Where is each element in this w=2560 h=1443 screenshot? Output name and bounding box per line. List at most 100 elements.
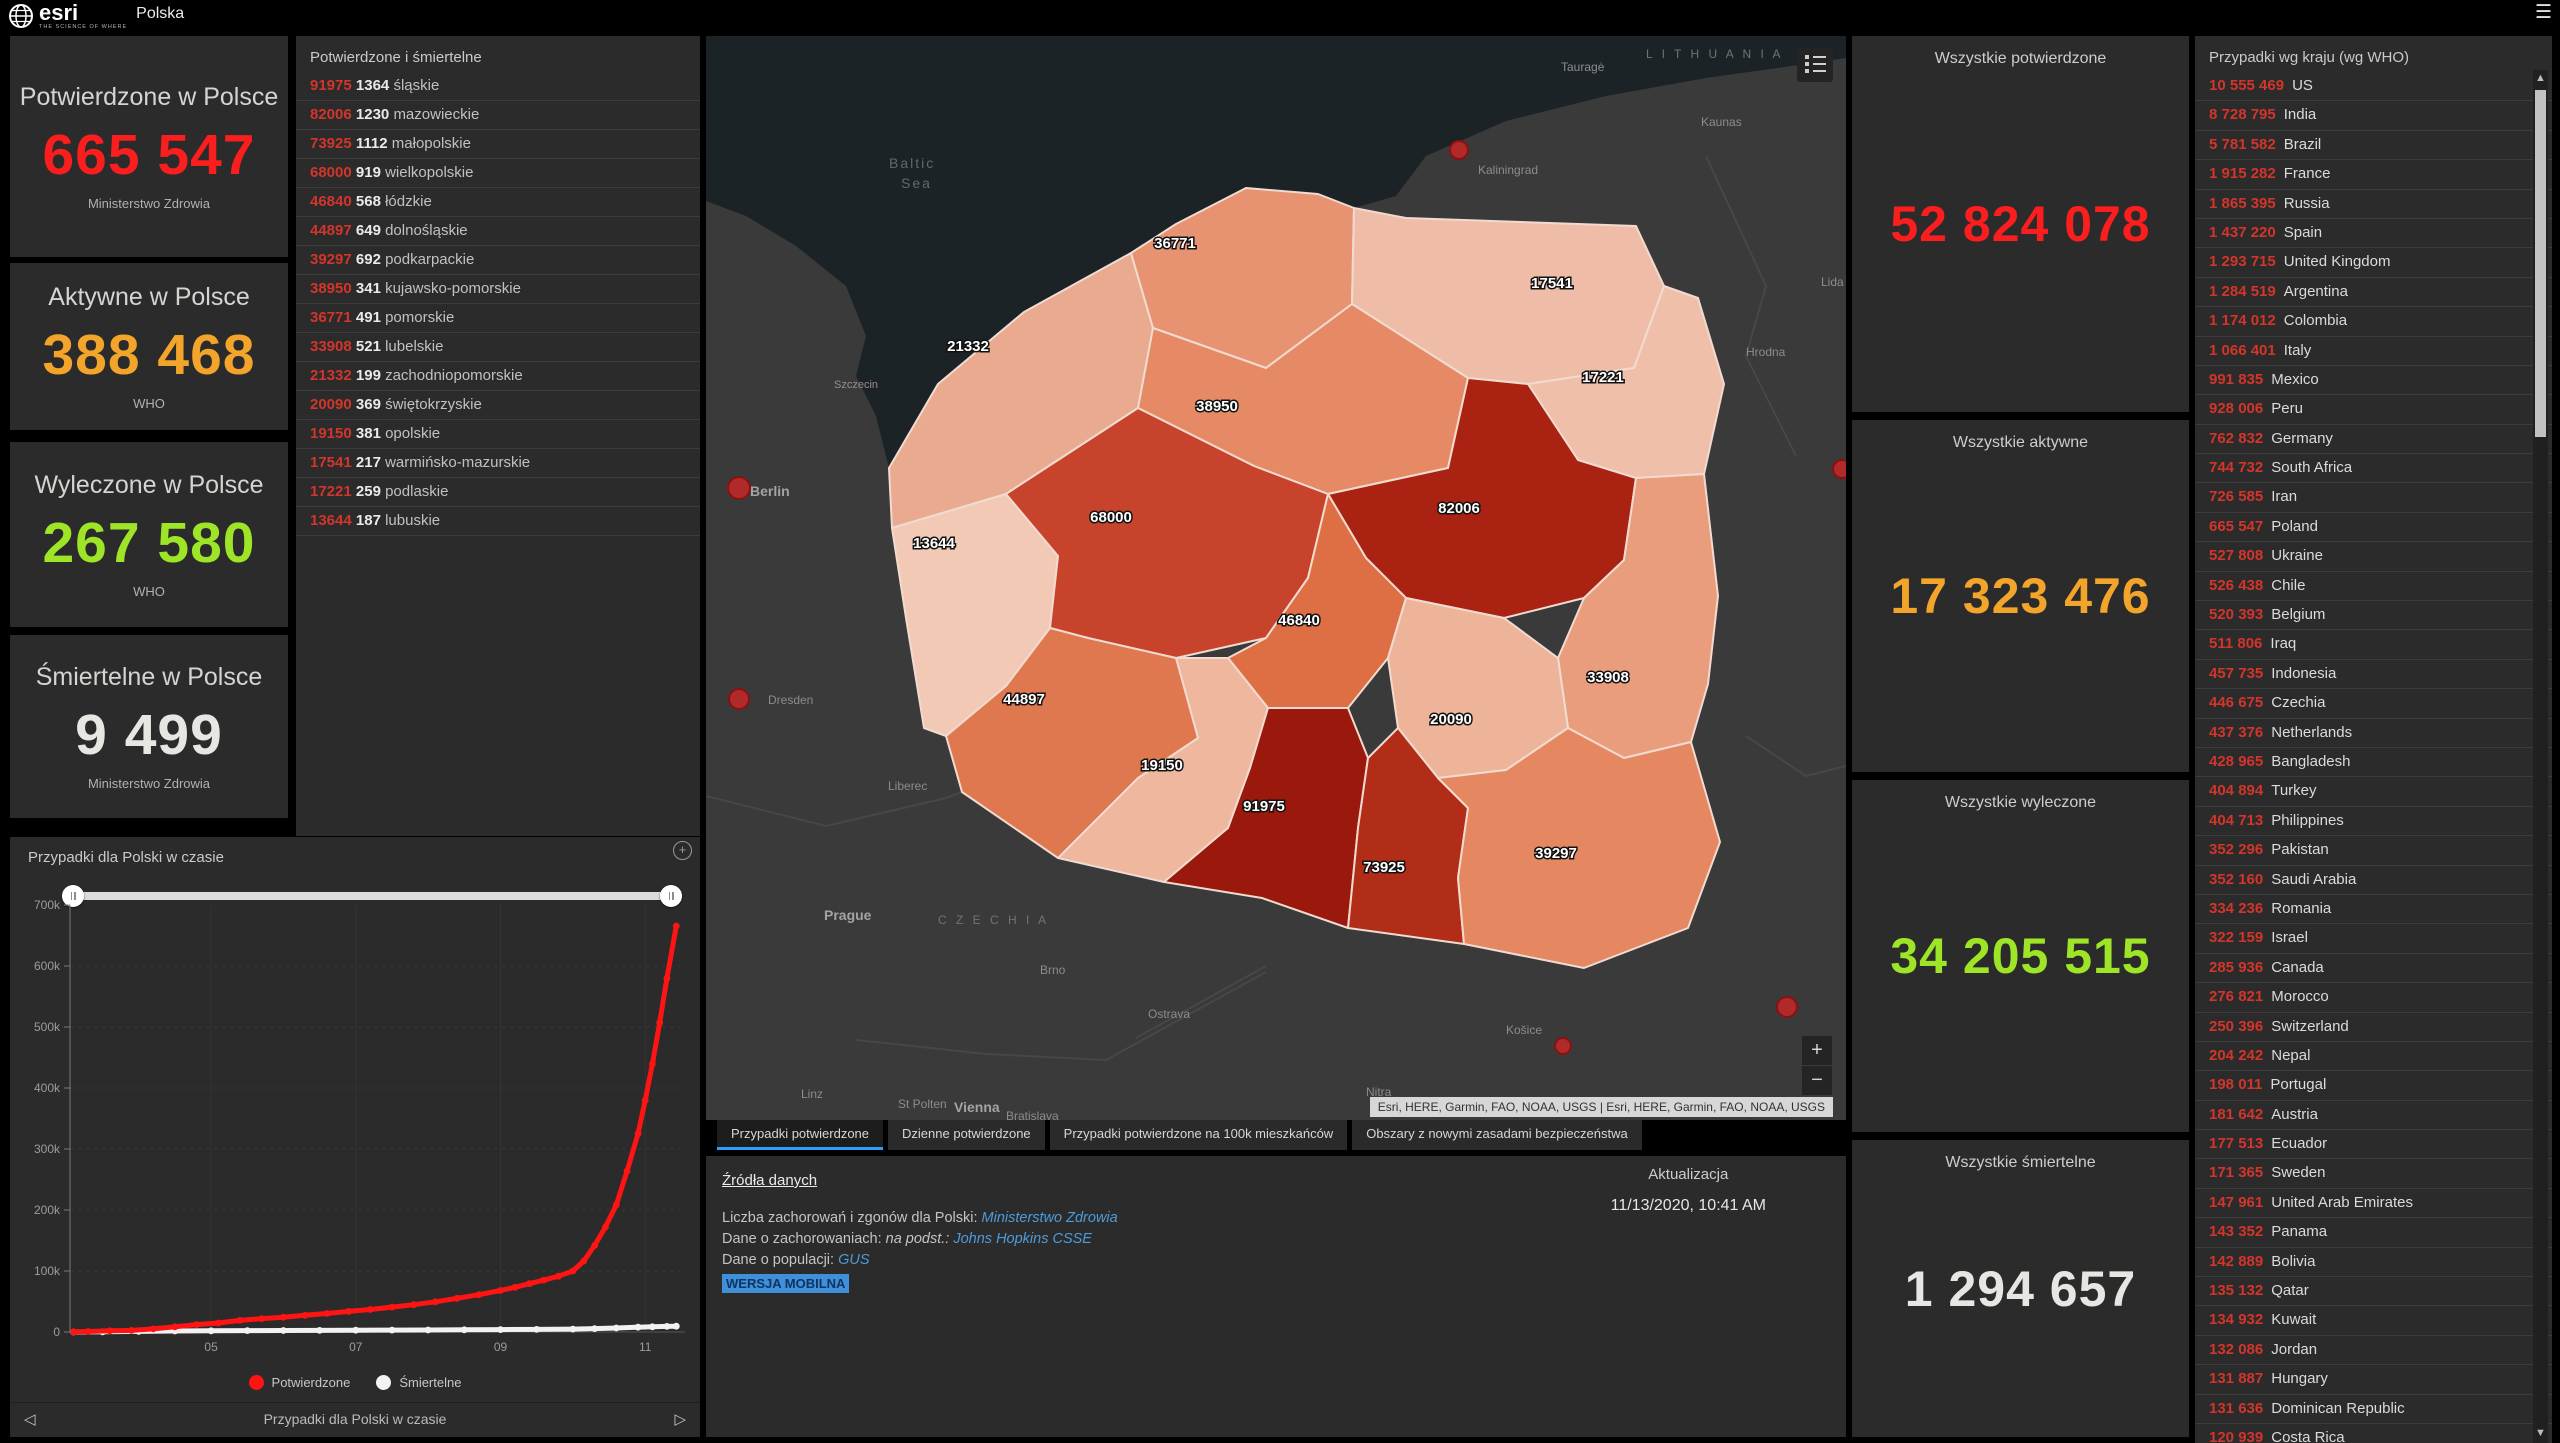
map-tab-2[interactable]: Przypadki potwierdzone na 100k mieszkańc… <box>1049 1120 1348 1150</box>
legend-item[interactable]: Śmiertelne <box>376 1375 461 1390</box>
scroll-down-icon[interactable]: ▼ <box>2533 1427 2548 1439</box>
country-list-scrollbar[interactable]: ▲ ▼ <box>2533 70 2548 1443</box>
svg-text:600k: 600k <box>34 959 61 973</box>
mobile-version-link[interactable]: WERSJA MOBILNA <box>722 1274 850 1293</box>
voivodeship-row[interactable]: 91975 1364 śląskie <box>296 72 700 101</box>
country-row[interactable]: 132 086 Jordan <box>2195 1336 2552 1366</box>
map-label-kaliningrad: Kaliningrad <box>1478 163 1538 177</box>
source-link[interactable]: Johns Hopkins CSSE <box>953 1231 1092 1247</box>
voivodeship-row[interactable]: 73925 1112 małopolskie <box>296 130 700 159</box>
country-row[interactable]: 1 865 395 Russia <box>2195 190 2552 219</box>
country-row[interactable]: 10 555 469 US <box>2195 72 2552 102</box>
country-row[interactable]: 526 438 Chile <box>2195 572 2552 602</box>
country-row[interactable]: 204 242 Nepal <box>2195 1042 2552 1072</box>
voivodeship-row[interactable]: 38950 341 kujawsko-pomorskie <box>296 275 700 304</box>
voivodeship-row[interactable]: 39297 692 podkarpackie <box>296 246 700 275</box>
country-row[interactable]: 726 585 Iran <box>2195 483 2552 513</box>
country-row[interactable]: 250 396 Switzerland <box>2195 1013 2552 1042</box>
country-row[interactable]: 520 393 Belgium <box>2195 601 2552 631</box>
country-row[interactable]: 404 713 Philippines <box>2195 807 2552 837</box>
voivodeship-row[interactable]: 17541 217 warmińsko-mazurskie <box>296 449 700 478</box>
country-row[interactable]: 142 889 Bolivia <box>2195 1248 2552 1278</box>
voivodeship-row[interactable]: 17221 259 podlaskie <box>296 478 700 507</box>
country-row[interactable]: 665 547 Poland <box>2195 513 2552 543</box>
country-row[interactable]: 1 293 715 United Kingdom <box>2195 248 2552 278</box>
map-tab-1[interactable]: Dzienne potwierdzone <box>888 1120 1045 1150</box>
voivodeship-row[interactable]: 82006 1230 mazowieckie <box>296 101 700 130</box>
case-bubble-3 <box>1554 1037 1572 1055</box>
voivodeship-row[interactable]: 68000 919 wielkopolskie <box>296 159 700 188</box>
map-zoom-in-button[interactable]: + <box>1802 1036 1832 1065</box>
voivodeship-row[interactable]: 44897 649 dolnośląskie <box>296 217 700 246</box>
country-row[interactable]: 198 011 Portugal <box>2195 1071 2552 1101</box>
expand-icon[interactable]: + <box>673 841 692 860</box>
source-line: Dane o populacji: GUS <box>722 1252 870 1269</box>
country-row[interactable]: 511 806 Iraq <box>2195 630 2552 660</box>
voivodeship-row[interactable]: 21332 199 zachodniopomorskie <box>296 362 700 391</box>
voivodeship-row[interactable]: 36771 491 pomorskie <box>296 304 700 333</box>
region-value-świętokrzyskie: 20090 <box>1430 711 1472 728</box>
map-label-dresden: Dresden <box>768 693 813 707</box>
country-row[interactable]: 527 808 Ukraine <box>2195 542 2552 572</box>
voivodeship-row[interactable]: 46840 568 łódzkie <box>296 188 700 217</box>
country-row[interactable]: 334 236 Romania <box>2195 895 2552 925</box>
country-row[interactable]: 352 160 Saudi Arabia <box>2195 866 2552 895</box>
country-row[interactable]: 1 066 401 Italy <box>2195 337 2552 366</box>
country-row[interactable]: 8 728 795 India <box>2195 101 2552 131</box>
voivodeship-row[interactable]: 33908 521 lubelskie <box>296 333 700 362</box>
country-row[interactable]: 131 636 Dominican Republic <box>2195 1395 2552 1424</box>
country-row[interactable]: 762 832 Germany <box>2195 425 2552 455</box>
case-bubble-2 <box>728 688 750 710</box>
brand-region: Polska <box>136 5 185 22</box>
scrollbar-thumb[interactable] <box>2535 90 2546 437</box>
legend-item[interactable]: Potwierdzone <box>248 1375 350 1390</box>
hamburger-menu-icon[interactable]: ☰ <box>2535 3 2552 22</box>
country-row[interactable]: 1 284 519 Argentina <box>2195 278 2552 308</box>
country-row[interactable]: 1 437 220 Spain <box>2195 219 2552 249</box>
next-page-icon[interactable]: ▷ <box>674 1410 686 1428</box>
source-link[interactable]: GUS <box>838 1252 869 1268</box>
stat-panel-2: Wszystkie wyleczone 34 205 515 <box>1852 780 2189 1132</box>
country-row[interactable]: 147 961 United Arab Emirates <box>2195 1189 2552 1219</box>
country-row[interactable]: 744 732 South Africa <box>2195 454 2552 484</box>
country-row[interactable]: 181 642 Austria <box>2195 1101 2552 1131</box>
poland-map[interactable]: Baltic Sea L I T H U A N I A Tauragė Kaunas K… <box>705 36 1852 1123</box>
source-link[interactable]: Ministerstwo Zdrowia <box>982 1210 1118 1226</box>
map-legend-icon[interactable] <box>1797 48 1833 82</box>
country-row[interactable]: 5 781 582 Brazil <box>2195 131 2552 161</box>
map-zoom-out-button[interactable]: − <box>1802 1066 1832 1095</box>
map-tab-0[interactable]: Przypadki potwierdzone <box>717 1120 884 1150</box>
voivodeship-row[interactable]: 20090 369 świętokrzyskie <box>296 391 700 420</box>
country-row[interactable]: 437 376 Netherlands <box>2195 719 2552 748</box>
country-row[interactable]: 134 932 Kuwait <box>2195 1306 2552 1336</box>
country-row[interactable]: 322 159 Israel <box>2195 924 2552 954</box>
scroll-up-icon[interactable]: ▲ <box>2533 72 2548 84</box>
map-label-ostrava: Ostrava <box>1148 1007 1190 1021</box>
globe-icon <box>9 4 33 28</box>
stat-title: Wyleczone w Polsce <box>34 470 264 499</box>
country-row[interactable]: 177 513 Ecuador <box>2195 1130 2552 1160</box>
country-row[interactable]: 446 675 Czechia <box>2195 689 2552 719</box>
country-row[interactable]: 120 939 Costa Rica <box>2195 1424 2552 1443</box>
country-row[interactable]: 1 174 012 Colombia <box>2195 307 2552 337</box>
country-row[interactable]: 404 894 Turkey <box>2195 777 2552 807</box>
country-row[interactable]: 428 965 Bangladesh <box>2195 748 2552 778</box>
stat-value: 1 294 657 <box>1904 1260 2137 1317</box>
country-row[interactable]: 928 006 Peru <box>2195 395 2552 425</box>
country-row[interactable]: 276 821 Morocco <box>2195 983 2552 1013</box>
country-row[interactable]: 143 352 Panama <box>2195 1218 2552 1248</box>
country-row[interactable]: 135 132 Qatar <box>2195 1277 2552 1307</box>
voivodeship-row[interactable]: 19150 381 opolskie <box>296 420 700 449</box>
country-row[interactable]: 352 296 Pakistan <box>2195 836 2552 866</box>
country-rows: 10 555 469 US 8 728 795 India 5 781 582 Brazi… <box>2195 72 2552 1443</box>
map-tab-3[interactable]: Obszary z nowymi zasadami bezpieczeństwa <box>1352 1120 1642 1150</box>
country-row[interactable]: 991 835 Mexico <box>2195 366 2552 396</box>
country-row[interactable]: 457 735 Indonesia <box>2195 660 2552 690</box>
chart-title: Przypadki dla Polski w czasie <box>28 849 224 866</box>
country-row[interactable]: 1 915 282 France <box>2195 160 2552 190</box>
voivodeship-row[interactable]: 13644 187 lubuskie <box>296 507 700 536</box>
country-row[interactable]: 285 936 Canada <box>2195 954 2552 984</box>
country-row[interactable]: 131 887 Hungary <box>2195 1365 2552 1395</box>
map-label-brno: Brno <box>1040 963 1066 977</box>
country-row[interactable]: 171 365 Sweden <box>2195 1159 2552 1189</box>
